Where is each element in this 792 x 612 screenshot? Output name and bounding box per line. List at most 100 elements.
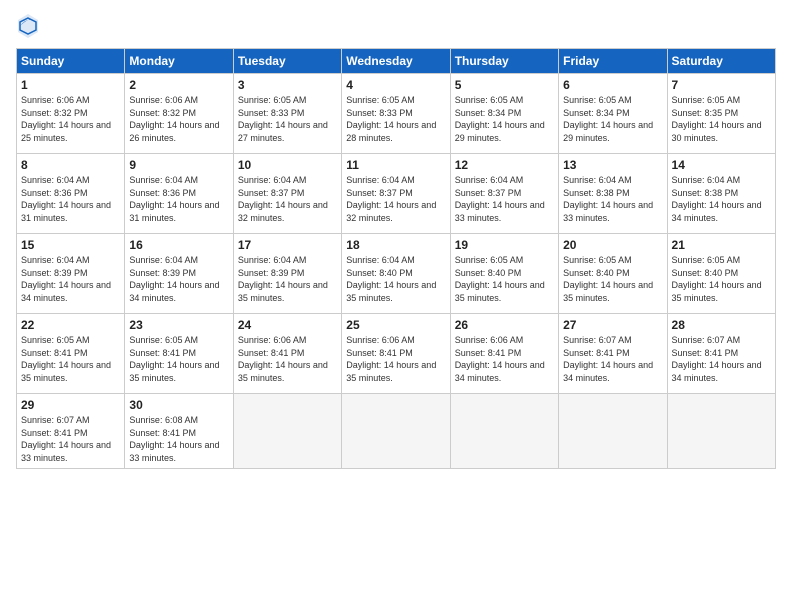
day-number: 30 bbox=[129, 398, 228, 412]
calendar-header-row: SundayMondayTuesdayWednesdayThursdayFrid… bbox=[17, 49, 776, 74]
day-number: 11 bbox=[346, 158, 445, 172]
calendar-cell bbox=[559, 394, 667, 469]
calendar-cell: 28Sunrise: 6:07 AMSunset: 8:41 PMDayligh… bbox=[667, 314, 775, 394]
calendar-cell: 30 Sunrise: 6:08 AMSunset: 8:41 PMDayligh… bbox=[125, 394, 233, 469]
day-info: Sunrise: 6:06 AMSunset: 8:41 PMDaylight:… bbox=[455, 334, 554, 384]
calendar-cell: 7 Sunrise: 6:05 AMSunset: 8:35 PMDaylight… bbox=[667, 74, 775, 154]
day-number: 16 bbox=[129, 238, 228, 252]
day-number: 17 bbox=[238, 238, 337, 252]
day-number: 14 bbox=[672, 158, 771, 172]
calendar-row-4: 29 Sunrise: 6:07 AMSunset: 8:41 PMDayligh… bbox=[17, 394, 776, 469]
logo bbox=[16, 12, 44, 40]
day-number: 2 bbox=[129, 78, 228, 92]
col-header-monday: Monday bbox=[125, 49, 233, 74]
calendar-cell: 2Sunrise: 6:06 AMSunset: 8:32 PMDaylight… bbox=[125, 74, 233, 154]
day-number: 6 bbox=[563, 78, 662, 92]
day-info: Sunrise: 6:05 AMSunset: 8:34 PMDaylight:… bbox=[563, 94, 662, 144]
calendar-cell: 17 Sunrise: 6:04 AMSunset: 8:39 PMDayligh… bbox=[233, 234, 341, 314]
calendar-cell: 21 Sunrise: 6:05 AMSunset: 8:40 PMDayligh… bbox=[667, 234, 775, 314]
col-header-wednesday: Wednesday bbox=[342, 49, 450, 74]
calendar-cell: 4 Sunrise: 6:05 AMSunset: 8:33 PMDaylight… bbox=[342, 74, 450, 154]
col-header-sunday: Sunday bbox=[17, 49, 125, 74]
calendar-cell: 23 Sunrise: 6:05 AMSunset: 8:41 PMDayligh… bbox=[125, 314, 233, 394]
calendar-cell: 3Sunrise: 6:05 AMSunset: 8:33 PMDaylight… bbox=[233, 74, 341, 154]
calendar-cell: 22 Sunrise: 6:05 AMSunset: 8:41 PMDayligh… bbox=[17, 314, 125, 394]
day-info: Sunrise: 6:07 AMSunset: 8:41 PMDaylight:… bbox=[21, 414, 120, 464]
calendar-cell bbox=[450, 394, 558, 469]
col-header-tuesday: Tuesday bbox=[233, 49, 341, 74]
day-number: 10 bbox=[238, 158, 337, 172]
calendar-cell: 9Sunrise: 6:04 AMSunset: 8:36 PMDaylight… bbox=[125, 154, 233, 234]
day-number: 23 bbox=[129, 318, 228, 332]
day-number: 5 bbox=[455, 78, 554, 92]
calendar-cell: 12 Sunrise: 6:04 AMSunset: 8:37 PMDayligh… bbox=[450, 154, 558, 234]
day-number: 1 bbox=[21, 78, 120, 92]
day-number: 24 bbox=[238, 318, 337, 332]
day-number: 13 bbox=[563, 158, 662, 172]
day-info: Sunrise: 6:04 AMSunset: 8:39 PMDaylight:… bbox=[129, 254, 228, 304]
day-info: Sunrise: 6:04 AMSunset: 8:40 PMDaylight:… bbox=[346, 254, 445, 304]
day-number: 22 bbox=[21, 318, 120, 332]
calendar-cell: 24 Sunrise: 6:06 AMSunset: 8:41 PMDayligh… bbox=[233, 314, 341, 394]
day-info: Sunrise: 6:04 AMSunset: 8:39 PMDaylight:… bbox=[21, 254, 120, 304]
day-info: Sunrise: 6:05 AMSunset: 8:40 PMDaylight:… bbox=[672, 254, 771, 304]
day-info: Sunrise: 6:05 AMSunset: 8:41 PMDaylight:… bbox=[129, 334, 228, 384]
day-info: Sunrise: 6:06 AMSunset: 8:32 PMDaylight:… bbox=[21, 94, 120, 144]
day-info: Sunrise: 6:04 AMSunset: 8:37 PMDaylight:… bbox=[238, 174, 337, 224]
day-number: 29 bbox=[21, 398, 120, 412]
day-number: 15 bbox=[21, 238, 120, 252]
day-number: 4 bbox=[346, 78, 445, 92]
day-info: Sunrise: 6:04 AMSunset: 8:36 PMDaylight:… bbox=[129, 174, 228, 224]
day-info: Sunrise: 6:05 AMSunset: 8:41 PMDaylight:… bbox=[21, 334, 120, 384]
calendar-cell: 20Sunrise: 6:05 AMSunset: 8:40 PMDayligh… bbox=[559, 234, 667, 314]
col-header-friday: Friday bbox=[559, 49, 667, 74]
day-number: 3 bbox=[238, 78, 337, 92]
calendar-row-3: 22 Sunrise: 6:05 AMSunset: 8:41 PMDayligh… bbox=[17, 314, 776, 394]
day-info: Sunrise: 6:04 AMSunset: 8:39 PMDaylight:… bbox=[238, 254, 337, 304]
calendar-row-2: 15 Sunrise: 6:04 AMSunset: 8:39 PMDayligh… bbox=[17, 234, 776, 314]
calendar-cell: 25 Sunrise: 6:06 AMSunset: 8:41 PMDayligh… bbox=[342, 314, 450, 394]
calendar-cell: 15 Sunrise: 6:04 AMSunset: 8:39 PMDayligh… bbox=[17, 234, 125, 314]
calendar-cell: 14 Sunrise: 6:04 AMSunset: 8:38 PMDayligh… bbox=[667, 154, 775, 234]
day-number: 25 bbox=[346, 318, 445, 332]
day-number: 18 bbox=[346, 238, 445, 252]
calendar-cell: 26 Sunrise: 6:06 AMSunset: 8:41 PMDayligh… bbox=[450, 314, 558, 394]
day-number: 12 bbox=[455, 158, 554, 172]
day-info: Sunrise: 6:05 AMSunset: 8:33 PMDaylight:… bbox=[346, 94, 445, 144]
col-header-thursday: Thursday bbox=[450, 49, 558, 74]
day-number: 19 bbox=[455, 238, 554, 252]
day-number: 27 bbox=[563, 318, 662, 332]
calendar-cell: 19 Sunrise: 6:05 AMSunset: 8:40 PMDayligh… bbox=[450, 234, 558, 314]
calendar-cell: 16 Sunrise: 6:04 AMSunset: 8:39 PMDayligh… bbox=[125, 234, 233, 314]
day-info: Sunrise: 6:04 AMSunset: 8:36 PMDaylight:… bbox=[21, 174, 120, 224]
day-info: Sunrise: 6:04 AMSunset: 8:37 PMDaylight:… bbox=[455, 174, 554, 224]
day-info: Sunrise: 6:04 AMSunset: 8:37 PMDaylight:… bbox=[346, 174, 445, 224]
calendar-cell: 5Sunrise: 6:05 AMSunset: 8:34 PMDaylight… bbox=[450, 74, 558, 154]
day-info: Sunrise: 6:05 AMSunset: 8:40 PMDaylight:… bbox=[455, 254, 554, 304]
day-number: 20 bbox=[563, 238, 662, 252]
calendar-cell: 18 Sunrise: 6:04 AMSunset: 8:40 PMDayligh… bbox=[342, 234, 450, 314]
day-info: Sunrise: 6:06 AMSunset: 8:41 PMDaylight:… bbox=[238, 334, 337, 384]
calendar-cell bbox=[233, 394, 341, 469]
calendar-cell: 29 Sunrise: 6:07 AMSunset: 8:41 PMDayligh… bbox=[17, 394, 125, 469]
day-number: 21 bbox=[672, 238, 771, 252]
calendar-cell: 8 Sunrise: 6:04 AMSunset: 8:36 PMDaylight… bbox=[17, 154, 125, 234]
calendar-cell: 10 Sunrise: 6:04 AMSunset: 8:37 PMDayligh… bbox=[233, 154, 341, 234]
day-info: Sunrise: 6:04 AMSunset: 8:38 PMDaylight:… bbox=[672, 174, 771, 224]
day-number: 7 bbox=[672, 78, 771, 92]
calendar-row-1: 8 Sunrise: 6:04 AMSunset: 8:36 PMDaylight… bbox=[17, 154, 776, 234]
header bbox=[16, 12, 776, 40]
day-info: Sunrise: 6:07 AMSunset: 8:41 PMDaylight:… bbox=[563, 334, 662, 384]
calendar-cell: 6 Sunrise: 6:05 AMSunset: 8:34 PMDaylight… bbox=[559, 74, 667, 154]
calendar-cell: 27 Sunrise: 6:07 AMSunset: 8:41 PMDayligh… bbox=[559, 314, 667, 394]
day-info: Sunrise: 6:06 AMSunset: 8:41 PMDaylight:… bbox=[346, 334, 445, 384]
day-number: 28 bbox=[672, 318, 771, 332]
calendar-cell bbox=[667, 394, 775, 469]
day-info: Sunrise: 6:04 AMSunset: 8:38 PMDaylight:… bbox=[563, 174, 662, 224]
day-number: 26 bbox=[455, 318, 554, 332]
day-number: 8 bbox=[21, 158, 120, 172]
calendar-row-0: 1 Sunrise: 6:06 AMSunset: 8:32 PMDaylight… bbox=[17, 74, 776, 154]
day-info: Sunrise: 6:08 AMSunset: 8:41 PMDaylight:… bbox=[129, 414, 228, 464]
day-info: Sunrise: 6:05 AMSunset: 8:35 PMDaylight:… bbox=[672, 94, 771, 144]
calendar: SundayMondayTuesdayWednesdayThursdayFrid… bbox=[16, 48, 776, 469]
